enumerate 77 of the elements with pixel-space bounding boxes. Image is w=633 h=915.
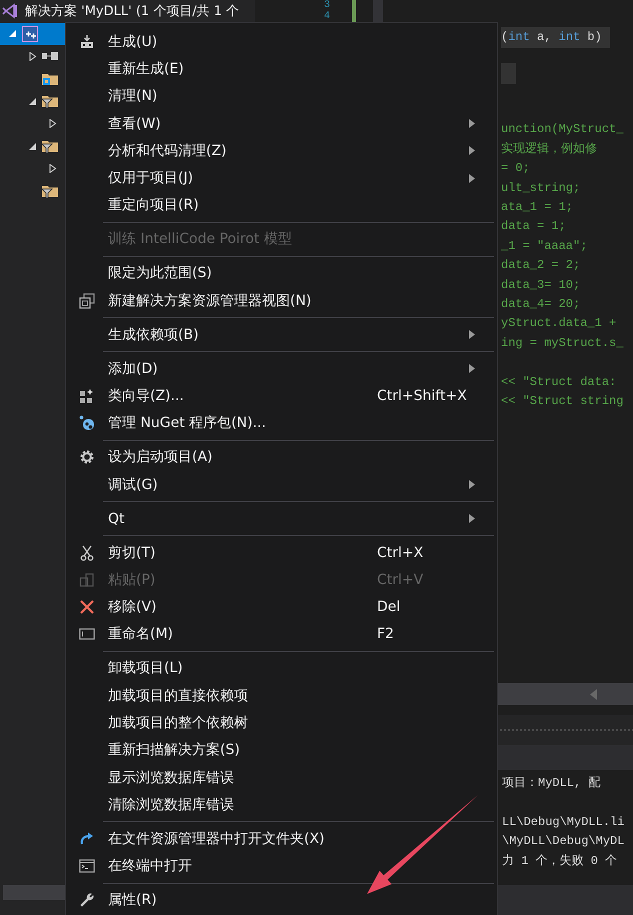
code-line: yStruct.data_1 + (501, 315, 618, 332)
menu-item[interactable]: 加载项目的整个依赖树 (66, 709, 497, 737)
menu-item[interactable]: 仅用于项目(J) (66, 164, 497, 192)
code-line: = 0; (501, 160, 531, 178)
menu-item[interactable]: 清除浏览数据库错误 (66, 791, 497, 819)
menu-item[interactable]: 在文件资源管理器中打开文件夹(X) (66, 825, 497, 852)
menu-item[interactable]: 添加(D) (66, 355, 497, 382)
wrench-icon (79, 892, 95, 908)
build-icon (79, 34, 95, 50)
project-icon (22, 26, 38, 42)
code-line: << "Struct string (501, 393, 624, 410)
terminal-icon (79, 858, 95, 874)
menu-item[interactable]: 显示浏览数据库错误 (66, 764, 497, 792)
code-line: ult_string; (501, 180, 582, 197)
code-line: data = 1; (501, 218, 567, 236)
menu-item[interactable]: 加载项目的直接依赖项 (66, 682, 497, 710)
shortcut-label: Ctrl+X (377, 544, 424, 560)
menu-item[interactable]: 卸载项目(L) (66, 654, 497, 682)
line-number: 4 (322, 11, 330, 22)
gear-icon (79, 449, 95, 466)
line-number: 3 (322, 0, 330, 11)
code-line: ata_1 = 1; (501, 199, 574, 216)
filter-folder-icon (42, 183, 58, 200)
menu-item[interactable]: 重新扫描解决方案(S) (66, 736, 497, 764)
output-line: 项目：MyDLL, 配 (502, 775, 602, 792)
expander-icon[interactable] (28, 96, 36, 106)
expander-icon[interactable] (8, 29, 16, 38)
output-line: \MyDLL\Debug\MyDL (502, 833, 626, 850)
code-line: unction(MyStruct_ (501, 121, 624, 138)
shortcut-label: Ctrl+V (377, 572, 424, 588)
menu-item[interactable]: 重定向项目(R) (66, 192, 497, 220)
menu-item[interactable]: 剪切(T) Ctrl+X (66, 538, 497, 566)
expander-icon[interactable] (28, 52, 36, 61)
code-line: ing = myStruct.s_ (501, 334, 624, 352)
class-grid-icon (79, 388, 95, 404)
menu-item[interactable]: 重新生成(E) (66, 55, 497, 83)
expander-icon[interactable] (28, 142, 36, 151)
shortcut-label: Ctrl+Shift+X (377, 388, 467, 404)
filter-folder-icon (42, 93, 58, 110)
rename-icon (79, 626, 95, 642)
code-line: 实现逻辑，例如修 (501, 140, 598, 158)
code-line: _1 = "aaaa"; (501, 238, 588, 255)
menu-item[interactable]: 调试(G) (66, 470, 497, 498)
menu-item[interactable]: 分析和代码清理(Z) (66, 137, 497, 164)
menu-item[interactable]: 生成依赖项(B) (66, 321, 497, 348)
menu-item[interactable]: 新建解决方案资源管理器视图(N) (66, 287, 497, 314)
menu-item[interactable]: 重命名(M) F2 (66, 620, 497, 648)
code-line: << "Struct data: (501, 374, 618, 391)
expander-icon[interactable] (48, 164, 56, 174)
shortcut-label: F2 (377, 626, 394, 642)
menu-item[interactable]: 在终端中打开 (66, 852, 497, 880)
expander-icon[interactable] (48, 119, 56, 128)
windows-icon (79, 292, 95, 309)
menu-item[interactable]: 限定为此范围(S) (66, 260, 497, 288)
code-line: data_4= 20; (501, 296, 582, 314)
solution-icon (2, 3, 18, 20)
filter-folder-icon (42, 138, 58, 154)
output-line: 力 1 个，失败 0 个 (502, 852, 618, 870)
code-line: data_3= 10; (501, 276, 582, 294)
shortcut-label: Del (377, 599, 400, 616)
menu-item[interactable]: 移除(V) Del (66, 593, 497, 621)
menu-item[interactable]: 属性(R) (66, 886, 497, 914)
menu-item[interactable]: 清理(N) (66, 82, 497, 110)
menu-item[interactable]: 查看(W) (66, 110, 497, 138)
menu-item[interactable]: 管理 NuGet 程序包(N)... (66, 410, 497, 437)
curved-arrow-icon (79, 830, 95, 847)
menu-item[interactable]: 类向导(Z)... Ctrl+Shift+X (66, 382, 497, 410)
clipboard-icon (79, 572, 95, 588)
menu-item[interactable]: Qt (66, 504, 497, 532)
output-line: LL\Debug\MyDLL.li (502, 814, 626, 831)
menu-item[interactable]: 设为启动项目(A) (66, 444, 497, 471)
code-line: data_2 = 2; (501, 257, 582, 274)
close-icon (79, 599, 95, 616)
solution-title[interactable]: 解决方案 'MyDLL' (1 个项目/共 1 个 (25, 4, 240, 18)
nuget-icon (79, 415, 95, 432)
scissors-icon (79, 544, 95, 560)
menu-item[interactable]: 生成(U) (66, 28, 497, 56)
